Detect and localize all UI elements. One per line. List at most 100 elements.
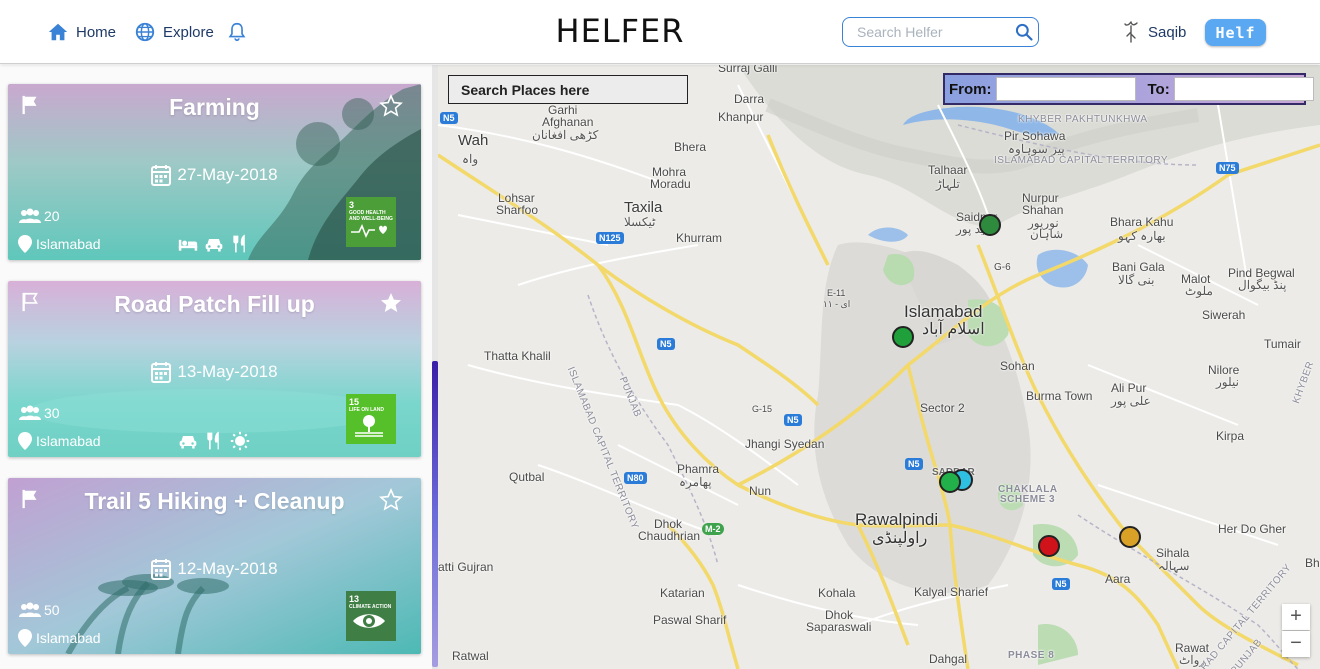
heartbeat-icon (351, 224, 387, 238)
volunteer-count-text: 20 (44, 208, 60, 224)
helf-button[interactable]: Helf (1205, 19, 1266, 46)
star-icon[interactable] (379, 488, 403, 512)
map-label: Tumair (1264, 337, 1301, 351)
map-label: Phamra (677, 462, 720, 476)
user-avatar-icon (1124, 21, 1138, 43)
event-card[interactable]: Road Patch Fill up 13-May-2018 30 Islama… (8, 281, 421, 457)
star-filled-icon[interactable] (379, 291, 403, 315)
map-label: Sohan (1000, 359, 1035, 373)
zoom-out-button[interactable]: − (1282, 631, 1310, 657)
map-label: Bhara Kahu (1110, 215, 1174, 229)
map-label: G-6 (994, 262, 1011, 273)
app-brand-title[interactable]: HELFER (540, 12, 700, 50)
from-label: From: (949, 80, 992, 98)
map-label: Taxila (624, 199, 663, 216)
user-name: Saqib (1148, 23, 1187, 41)
sdg-goal-badge: 3 GOOD HEALTH AND WELL-BEING (346, 197, 396, 247)
nav-home-link[interactable]: Home (47, 20, 116, 44)
volunteer-count: 30 (18, 405, 60, 421)
notifications-button[interactable] (226, 20, 248, 44)
to-label: To: (1147, 80, 1170, 98)
map-label: Khanpur (718, 110, 764, 124)
utensils-icon (233, 234, 245, 253)
map-event-marker[interactable] (1038, 535, 1060, 557)
highway-shield: N5 (657, 338, 675, 350)
map-label: Kalyal Sharief (914, 585, 989, 599)
map-label: Thatta Khalil (484, 349, 551, 363)
highway-shield: N5 (905, 458, 923, 470)
map-label: Kirpa (1216, 429, 1245, 443)
star-icon[interactable] (379, 94, 403, 118)
map-label: بنی گالا (1118, 273, 1155, 287)
map-label: Nun (749, 484, 772, 498)
map-label: Bhera (674, 140, 707, 154)
map-label: Kohala (818, 586, 856, 600)
calendar-icon (151, 559, 172, 580)
zoom-in-button[interactable]: + (1282, 604, 1310, 630)
map-event-marker[interactable] (939, 471, 961, 493)
map-label: ISLAMABAD CAPITAL TERRITORY (994, 155, 1169, 166)
map-view[interactable]: Surraj Galli Darra Garhi Afghanan کڑھی ا… (438, 65, 1320, 669)
event-list-sidebar: Farming 27-May-2018 20 Islamabad 3 GOOD … (0, 65, 432, 669)
highway-shield: N80 (624, 472, 647, 484)
event-card[interactable]: Farming 27-May-2018 20 Islamabad 3 GOOD … (8, 84, 421, 260)
event-title: Farming (169, 94, 260, 120)
map-label: Her Do Gher (1218, 522, 1287, 536)
tree-icon (355, 415, 383, 437)
map-label: Shahan (1022, 203, 1064, 217)
map-label: علی پور (1111, 394, 1151, 408)
map-label: Siwerah (1202, 308, 1246, 322)
calendar-icon (151, 362, 172, 383)
map-event-marker[interactable] (892, 326, 914, 348)
map-label: بھارہ کہو (1118, 229, 1166, 243)
users-icon (19, 405, 41, 420)
map-label: نیلور (1216, 375, 1239, 389)
map-label: KHYBER PAKHTUNKHWA (1018, 114, 1148, 125)
home-icon (48, 23, 68, 41)
highway-shield: N5 (440, 112, 458, 124)
highway-shield: N5 (1052, 578, 1070, 590)
map-label: Burma Town (1026, 389, 1093, 403)
map-label: Saparaswali (806, 620, 872, 634)
user-profile-link[interactable]: Saqib (1122, 20, 1186, 44)
map-pin-icon (18, 235, 32, 253)
eye-globe-icon (353, 614, 385, 628)
event-date: 12-May-2018 (8, 558, 421, 580)
map-label: Afghanan (542, 115, 594, 129)
sdg-goal-badge: 13 CLIMATE ACTION (346, 591, 396, 641)
helfer-search-input[interactable] (857, 24, 1007, 40)
sdg-number: 15 (349, 397, 360, 407)
event-card[interactable]: Trail 5 Hiking + Cleanup 12-May-2018 50 … (8, 478, 421, 654)
map-label-city: Rawalpindi (855, 510, 939, 529)
event-date: 13-May-2018 (8, 361, 421, 383)
flag-icon[interactable] (20, 488, 42, 510)
map-label: Paswal Sharif (653, 613, 727, 627)
map-label: Pir Sohawa (1004, 129, 1066, 143)
map-event-marker[interactable] (1119, 526, 1141, 548)
highway-shield: N5 (784, 414, 802, 426)
event-date: 27-May-2018 (8, 164, 421, 186)
map-label: پنڈ بیگوال (1238, 278, 1287, 292)
highway-shield: M-2 (702, 523, 724, 535)
map-label: پھامرہ (679, 475, 712, 489)
place-search-input[interactable] (461, 81, 671, 98)
nav-explore-link[interactable]: Explore (134, 20, 214, 44)
event-location-text: Islamabad (36, 236, 101, 252)
map-label: Surraj Galli (718, 65, 778, 75)
map-event-marker[interactable] (979, 214, 1001, 236)
from-input[interactable] (995, 77, 1136, 101)
volunteer-count: 50 (18, 602, 60, 618)
map-label: Ratwal (452, 649, 489, 663)
top-navbar: Home Explore HELFER Saqib Helf (0, 0, 1320, 64)
globe-icon (135, 22, 155, 42)
event-date-text: 27-May-2018 (177, 165, 278, 184)
flag-outline-icon[interactable] (20, 291, 42, 313)
map-label-city: اسلام آباد (922, 321, 985, 338)
map-label: Sharfoo (496, 203, 539, 217)
search-icon[interactable] (1014, 22, 1034, 42)
to-input[interactable] (1173, 77, 1314, 101)
map-label: Sihala (1156, 546, 1190, 560)
map-label: Dahgal (929, 652, 968, 666)
flag-icon[interactable] (20, 94, 42, 116)
event-location-text: Islamabad (36, 433, 101, 449)
